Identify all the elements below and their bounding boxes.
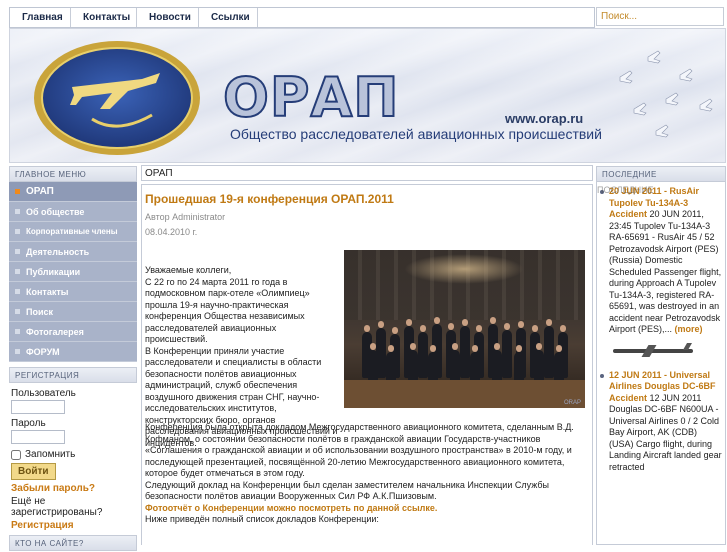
menu-item-gallery[interactable]: Фотогалерея [9, 322, 137, 342]
nav-contacts[interactable]: Контакты [71, 8, 137, 27]
body-paragraph: Ниже приведён полный список докладов Кон… [145, 514, 379, 524]
photo-watermark: ORAP [563, 400, 581, 406]
photo-light [404, 254, 524, 284]
bullet-icon [15, 289, 20, 294]
body-paragraph: Следующий доклад на Конференции был сдел… [145, 479, 549, 502]
site-url: www.orap.ru [505, 111, 584, 126]
site-subtitle: Общество расследователей авиационных про… [230, 126, 602, 142]
breadcrumb: ОРАП [141, 165, 593, 181]
nav-links[interactable]: Ссылки [199, 8, 258, 27]
conference-photo: ORAP [344, 250, 585, 408]
article-author: Автор Administrator [145, 212, 226, 222]
body-paragraph: Конференция была открыта докладом Межгос… [145, 422, 574, 478]
username-field[interactable] [11, 400, 65, 414]
nav-news[interactable]: Новости [137, 8, 199, 27]
brand-name: ОРАП [222, 66, 400, 129]
whos-online-header: КТО НА САЙТЕ? [9, 535, 137, 551]
jets-formation-icon [619, 50, 713, 138]
menu-item-label: Деятельность [26, 247, 90, 257]
menu-item-publications[interactable]: Публикации [9, 262, 137, 282]
menu-item-label: ОРАП [26, 186, 54, 197]
bullet-icon [15, 229, 20, 234]
news-text: 20 JUN 2011, 23:45 Tupolev Tu-134A-3 RA-… [609, 209, 722, 334]
intro-paragraph: С 22 го по 24 марта 2011 го года в подмо… [145, 276, 310, 345]
login-button[interactable]: Войти [11, 463, 56, 480]
forgot-password-link[interactable]: Забыли пароль? [11, 483, 135, 494]
overlap-text: ПОСЛЕДНИЕ [597, 185, 654, 195]
photo-group [358, 302, 574, 386]
intro-greeting: Уважаемые коллеги, [145, 265, 232, 275]
bullet-icon [600, 373, 604, 378]
airplane-icon [609, 342, 697, 358]
menu-item-label: Поиск [26, 307, 54, 317]
remember-label: Запомнить [25, 449, 76, 460]
remember-checkbox[interactable] [11, 449, 21, 460]
photo-report-link[interactable]: Фотоотчёт о Конференции можно посмотреть… [145, 503, 437, 513]
bullet-icon [15, 209, 20, 214]
more-link[interactable]: (more) [675, 324, 703, 334]
menu-item-contacts[interactable]: Контакты [9, 282, 137, 302]
photo-floor [344, 380, 585, 408]
nav-home[interactable]: Главная [10, 8, 71, 27]
bullet-icon [15, 329, 20, 334]
remember-row: Запомнить [11, 449, 135, 460]
not-registered-text: Ещё не зарегистрированы? [11, 496, 103, 518]
top-nav: Главная Контакты Новости Ссылки [9, 7, 595, 28]
header-banner: ОРАП www.orap.ru Общество расследователе… [9, 28, 726, 163]
menu-item-label: Контакты [26, 287, 69, 297]
news-item: ПОСЛЕДНИЕ 20 JUN 2011 - RusAir Tupolev T… [597, 182, 725, 336]
register-link[interactable]: Регистрация [11, 520, 135, 531]
main-menu-header: ГЛАВНОЕ МЕНЮ [9, 166, 137, 182]
article-date: 08.04.2010 г. [145, 227, 198, 237]
password-label: Пароль [11, 418, 46, 429]
menu-item-about[interactable]: Об обществе [9, 202, 137, 222]
menu-item-corporate-members[interactable]: Корпоративные члены [9, 222, 137, 242]
login-form: Пользователь Пароль Запомнить Войти Забы… [9, 383, 137, 531]
photo-person [502, 323, 512, 378]
menu-item-forum[interactable]: ФОРУМ [9, 342, 137, 362]
bullet-icon [15, 269, 20, 274]
left-sidebar: ГЛАВНОЕ МЕНЮ ОРАП Об обществе Корпоратив… [9, 166, 137, 551]
bullet-icon [15, 189, 20, 194]
menu-item-search[interactable]: Поиск [9, 302, 137, 322]
photo-person [418, 325, 428, 378]
menu-item-label: Корпоративные члены [26, 227, 118, 236]
right-sidebar: ПОСЛЕДНИЕ ПОСЛЕДНИЕ 20 JUN 2011 - RusAir… [596, 166, 726, 545]
menu-item-label: Фотогалерея [26, 327, 84, 337]
menu-item-label: Об обществе [26, 207, 85, 217]
logo-emblem-icon [34, 41, 200, 155]
menu-item-activity[interactable]: Деятельность [9, 242, 137, 262]
photo-person [460, 319, 470, 378]
article-title[interactable]: Прошедшая 19-я конференция ОРАП.2011 [145, 192, 394, 206]
username-label: Пользователь [11, 388, 76, 399]
bullet-icon [15, 309, 20, 314]
password-field[interactable] [11, 430, 65, 444]
search-input[interactable] [596, 7, 724, 26]
article-body: Конференция была открыта докладом Межгос… [145, 422, 585, 526]
news-text: 12 JUN 2011 Douglas DC-6BF N600UA - Univ… [609, 392, 722, 472]
menu-item-orap[interactable]: ОРАП [9, 182, 137, 202]
main-content: ОРАП Прошедшая 19-я конференция ОРАП.201… [141, 165, 593, 545]
photo-person [544, 319, 554, 378]
bullet-icon [15, 249, 20, 254]
menu-item-label: ФОРУМ [26, 347, 60, 357]
latest-header: ПОСЛЕДНИЕ [597, 166, 725, 182]
menu-item-label: Публикации [26, 267, 81, 277]
news-item: 12 JUN 2011 - Universal Airlines Douglas… [597, 366, 725, 474]
article: Прошедшая 19-я конференция ОРАП.2011 Авт… [141, 184, 593, 545]
bullet-icon [15, 349, 20, 354]
registration-header: РЕГИСТРАЦИЯ [9, 367, 137, 383]
